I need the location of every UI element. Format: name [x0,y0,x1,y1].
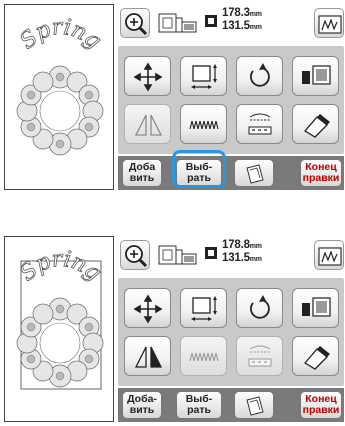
bottom-bar: Доба- вить Выб- рать Конец правки [118,388,344,422]
edit-screen-after: Spring 178.8mm 131.5mm Доба- вить Выб- р… [0,232,345,426]
add-button[interactable]: Доба вить [122,159,162,187]
border-button[interactable] [236,104,283,144]
preview-icon [318,15,342,34]
border-icon [248,113,272,135]
edit-screen-before: Spring 178.3mm 131.5mm Доба вить Выб- ра… [0,0,345,194]
size-unit: mm [249,256,262,263]
preview-text: Spring [15,247,105,287]
size-icon [205,247,217,259]
size-unit: mm [249,24,262,31]
preview-icon [318,247,342,266]
preview-text: Spring [15,15,105,55]
wreath-design: Spring [15,246,106,390]
select-button-highlight [172,150,226,188]
size-width-value: 178.8 [222,239,250,251]
mirror-button[interactable] [124,104,171,144]
zoom-button[interactable] [120,240,150,270]
zoom-icon [125,245,148,268]
size-height-readout: 131.5mm [222,252,262,264]
add-button[interactable]: Доба- вить [122,391,162,419]
cycle-icon [246,396,264,416]
embroidery-preview: Spring [4,236,114,422]
border-icon [248,345,272,367]
density-button[interactable] [180,104,227,144]
embroidery-preview: Spring [4,4,114,190]
zoom-icon [125,13,148,36]
resize-icon [191,64,217,89]
size-width-readout: 178.3mm [222,7,262,19]
top-bar: 178.8mm 131.5mm [120,238,344,272]
density-icon [189,120,219,130]
rotate-button[interactable] [236,288,283,328]
edit-panel: 178.3mm 131.5mm Доба вить Выб- рать Коне… [114,4,344,190]
hoop-size-icon [158,13,197,33]
bottom-bar: Доба вить Выб- рать Конец правки [118,156,344,190]
preview-text-path: Spring [15,14,106,55]
preview-button[interactable] [314,8,344,38]
move-button[interactable] [124,288,171,328]
cycle-button[interactable] [234,391,274,419]
zoom-button[interactable] [120,8,150,38]
select-button[interactable]: Выб- рать [176,391,222,419]
edit-panel: 178.8mm 131.5mm Доба- вить Выб- рать Кон… [114,236,344,422]
move-button[interactable] [124,56,171,96]
size-width-value: 178.3 [222,7,250,19]
memory-icon [304,114,330,138]
cycle-icon [246,164,264,184]
move-icon [133,294,163,324]
multi-color-button[interactable] [292,56,339,96]
hoop-size-indicator [158,8,198,38]
multi-color-icon [302,65,331,85]
hoop-size-indicator [158,240,198,270]
preview-text-path: Spring [15,246,106,287]
move-icon [133,62,163,92]
size-unit: mm [249,243,262,250]
size-icon [205,15,217,27]
resize-icon [191,296,217,321]
memory-icon [304,346,330,370]
wreath-design: Spring [15,14,106,156]
edit-tools-area [118,278,344,386]
mirror-icon [134,114,163,136]
end-edit-button[interactable]: Конец правки [300,159,342,187]
resize-button[interactable] [180,56,227,96]
size-height-readout: 131.5mm [222,20,262,32]
end-edit-button[interactable]: Конец правки [300,391,342,419]
top-bar: 178.3mm 131.5mm [120,6,344,40]
rotate-icon [250,63,270,87]
edit-tools-area [118,46,344,154]
density-icon [189,352,219,362]
size-height-value: 131.5 [222,252,250,264]
rotate-icon [250,295,270,319]
size-unit: mm [249,11,262,18]
rotate-button[interactable] [236,56,283,96]
preview-button[interactable] [314,240,344,270]
size-height-value: 131.5 [222,20,250,32]
mirror-button[interactable] [124,336,171,376]
cycle-button[interactable] [234,159,274,187]
size-width-readout: 178.8mm [222,239,262,251]
memory-button[interactable] [292,336,339,376]
mirror-icon [134,346,163,368]
hoop-size-icon [158,245,197,265]
resize-button[interactable] [180,288,227,328]
memory-button[interactable] [292,104,339,144]
multi-color-icon [302,297,331,317]
multi-color-button[interactable] [292,288,339,328]
border-button[interactable] [236,336,283,376]
density-button[interactable] [180,336,227,376]
